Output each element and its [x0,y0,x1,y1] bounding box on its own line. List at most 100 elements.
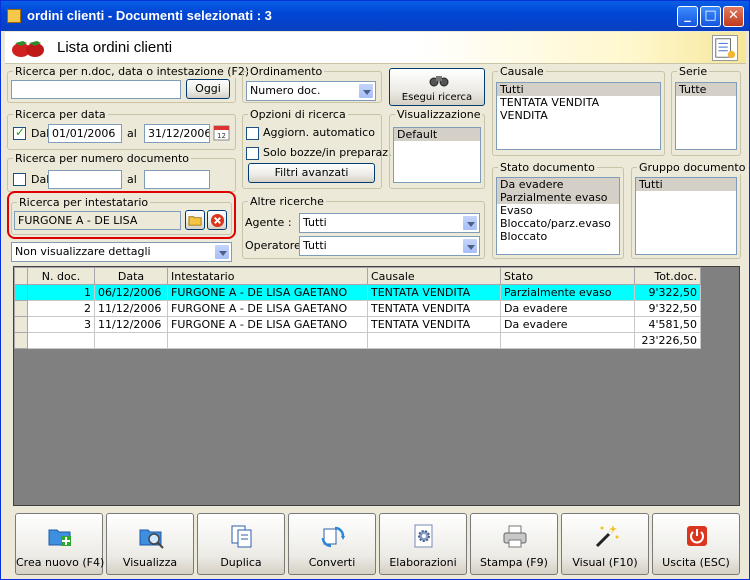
crea-nuovo-label: Crea nuovo (F4) [16,556,105,569]
serie-item[interactable]: Tutte [676,83,736,96]
duplicate-icon [231,525,252,548]
crea-nuovo-button[interactable]: Crea nuovo (F4) [15,513,105,575]
filtri-avanzati-button[interactable]: Filtri avanzati [248,163,375,183]
col-header-ndoc[interactable]: N. doc. [27,267,95,285]
col-header-data[interactable]: Data [94,267,168,285]
ordinamento-label: Ordinamento [248,65,325,78]
gruppo-listbox[interactable]: Tutti [635,177,737,255]
chevron-down-icon [462,215,478,231]
visualizzazione-item[interactable]: Default [394,128,480,141]
cell-intestatario: FURGONE A - DE LISA GAETANO [167,316,368,333]
agente-select[interactable]: Tutti [299,213,480,233]
col-header-stato[interactable]: Stato [500,267,635,285]
opzioni-label: Opzioni di ricerca [248,108,348,121]
visualizzazione-listbox[interactable]: Default [393,127,481,183]
aggiorn-label: Aggiorn. automatico [263,126,375,139]
stampa-button[interactable]: Stampa (F9) [470,513,558,575]
stato-item[interactable]: Bloccato [497,230,619,243]
uscita-label: Uscita (ESC) [662,556,730,569]
window-title: ordini clienti - Documenti selezionati :… [27,8,272,23]
cell-causale: TENTATA VENDITA [367,316,501,333]
duplica-button[interactable]: Duplica [197,513,285,575]
esegui-ricerca-button[interactable]: Esegui ricerca [389,68,485,106]
ordinamento-select[interactable]: Numero doc. [246,81,376,101]
row-selector[interactable] [14,300,28,317]
cell-totdoc: 9'322,50 [634,300,701,317]
stato-listbox[interactable]: Da evadere Parzialmente evaso Evaso Bloc… [496,177,620,255]
row-header-corner [14,267,28,285]
serie-listbox[interactable]: Tutte [675,82,737,150]
cell-data: 11/12/2006 [94,316,168,333]
gruppo-item[interactable]: Tutti [636,178,736,191]
cell-totdoc: 4'581,50 [634,316,701,333]
num-to-input[interactable] [144,170,210,189]
aggiorn-checkbox[interactable] [246,127,259,140]
stato-label: Stato documento [498,161,597,174]
stato-item[interactable]: Evaso [497,204,619,217]
date-from-input[interactable]: 01/01/2006 [48,124,122,143]
num-from-input[interactable] [48,170,122,189]
oggi-button[interactable]: Oggi [186,79,230,99]
dettagli-value: Non visualizzare dettagli [15,245,151,258]
col-header-totdoc[interactable]: Tot.doc. [634,267,701,285]
orders-grid[interactable]: N. doc. Data Intestatario Causale Stato … [13,266,740,506]
date-filter-checkbox[interactable] [13,125,26,140]
causale-listbox[interactable]: Tutti TENTATA VENDITA VENDITA [496,82,661,150]
bottom-toolbar: Crea nuovo (F4) Visualizza Duplica Conve… [13,513,740,575]
main-window: ordini clienti - Documenti selezionati :… [0,0,750,580]
cell-empty [27,332,95,349]
altre-ricerche-label: Altre ricerche [248,195,326,208]
printer-icon [503,525,527,548]
header-banner: Lista ordini clienti [5,32,746,64]
date-to-input[interactable]: 31/12/2006 [144,124,210,143]
strawberry-logo-icon [12,41,44,57]
visual-button[interactable]: Visual (F10) [561,513,649,575]
search-doc-input[interactable] [11,80,181,99]
highlight-box [7,191,236,239]
causale-item[interactable]: VENDITA [497,109,660,122]
maximize-button[interactable]: □ [700,6,721,27]
minimize-button[interactable]: _ [677,6,698,27]
table-row[interactable]: 2 11/12/2006 FURGONE A - DE LISA GAETANO… [14,300,701,317]
svg-text:12: 12 [217,132,226,140]
causale-item[interactable]: Tutti [497,83,660,96]
date-dal-label: Dal [31,127,50,140]
cell-empty [367,332,501,349]
stato-item[interactable]: Parzialmente evaso [497,191,619,204]
close-button[interactable]: ✕ [723,6,744,27]
num-filter-checkbox[interactable] [13,173,26,186]
operatore-value: Tutti [303,239,327,252]
chevron-down-icon [462,238,478,254]
stato-item[interactable]: Da evadere [497,178,619,191]
causale-item[interactable]: TENTATA VENDITA [497,96,660,109]
converti-label: Converti [308,556,356,569]
row-selector[interactable] [14,316,28,333]
document-list-icon[interactable] [712,35,738,61]
chevron-down-icon [214,244,230,260]
converti-button[interactable]: Converti [288,513,376,575]
table-row[interactable]: 1 06/12/2006 FURGONE A - DE LISA GAETANO… [14,284,701,301]
cell-data: 11/12/2006 [94,300,168,317]
dettagli-select[interactable]: Non visualizzare dettagli [11,242,232,262]
visualizza-button[interactable]: Visualizza [106,513,194,575]
col-header-intestatario[interactable]: Intestatario [167,267,368,285]
agente-value: Tutti [303,216,327,229]
uscita-button[interactable]: Uscita (ESC) [652,513,740,575]
col-header-causale[interactable]: Causale [367,267,501,285]
esegui-ricerca-label: Esegui ricerca [401,92,473,103]
cell-causale: TENTATA VENDITA [367,300,501,317]
stato-item[interactable]: Bloccato/parz.evaso [497,217,619,230]
elaborazioni-button[interactable]: Elaborazioni [379,513,467,575]
cell-ndoc: 2 [27,300,95,317]
row-selector[interactable] [14,284,28,301]
operatore-select[interactable]: Tutti [299,236,480,256]
calendar-icon[interactable]: 12 [213,124,230,141]
num-dal-label: Dal [31,173,50,186]
app-icon [7,9,21,23]
cell-data: 06/12/2006 [94,284,168,301]
table-row[interactable]: 3 11/12/2006 FURGONE A - DE LISA GAETANO… [14,316,701,333]
title-bar[interactable]: ordini clienti - Documenti selezionati :… [1,1,749,31]
bozze-checkbox[interactable] [246,147,259,160]
visual-label: Visual (F10) [572,556,638,569]
search-date-label: Ricerca per data [13,108,108,121]
